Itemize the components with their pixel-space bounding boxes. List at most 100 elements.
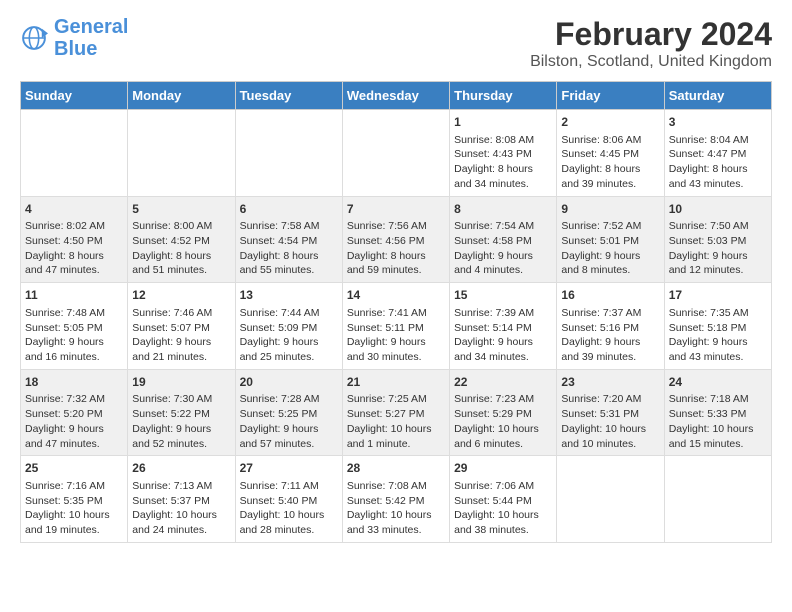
calendar-cell: 15Sunrise: 7:39 AMSunset: 5:14 PMDayligh…	[450, 283, 557, 370]
day-info: Sunset: 5:11 PM	[347, 321, 445, 336]
day-info: Daylight: 9 hours and 43 minutes.	[669, 335, 767, 364]
col-header-saturday: Saturday	[664, 82, 771, 110]
day-info: Daylight: 10 hours and 24 minutes.	[132, 508, 230, 537]
day-info: Sunset: 4:58 PM	[454, 234, 552, 249]
day-info: Daylight: 9 hours and 12 minutes.	[669, 249, 767, 278]
calendar-cell: 25Sunrise: 7:16 AMSunset: 5:35 PMDayligh…	[21, 456, 128, 543]
day-info: Daylight: 8 hours and 55 minutes.	[240, 249, 338, 278]
day-number: 11	[25, 287, 123, 304]
calendar-cell: 22Sunrise: 7:23 AMSunset: 5:29 PMDayligh…	[450, 369, 557, 456]
day-info: Daylight: 8 hours and 59 minutes.	[347, 249, 445, 278]
day-info: Sunrise: 7:48 AM	[25, 306, 123, 321]
logo-wordmark: General Blue	[54, 16, 128, 60]
calendar-cell: 9Sunrise: 7:52 AMSunset: 5:01 PMDaylight…	[557, 196, 664, 283]
day-info: Sunset: 5:25 PM	[240, 407, 338, 422]
logo: General Blue	[20, 16, 128, 60]
day-info: Sunset: 5:14 PM	[454, 321, 552, 336]
day-info: Daylight: 10 hours and 15 minutes.	[669, 422, 767, 451]
day-number: 24	[669, 374, 767, 391]
day-info: Daylight: 9 hours and 21 minutes.	[132, 335, 230, 364]
day-info: Sunrise: 7:28 AM	[240, 392, 338, 407]
col-header-tuesday: Tuesday	[235, 82, 342, 110]
day-info: Daylight: 8 hours and 39 minutes.	[561, 162, 659, 191]
day-info: Sunrise: 7:20 AM	[561, 392, 659, 407]
day-info: Sunset: 5:35 PM	[25, 494, 123, 509]
calendar-cell: 19Sunrise: 7:30 AMSunset: 5:22 PMDayligh…	[128, 369, 235, 456]
day-info: Sunset: 4:47 PM	[669, 147, 767, 162]
calendar-week-row: 4Sunrise: 8:02 AMSunset: 4:50 PMDaylight…	[21, 196, 772, 283]
day-info: Sunrise: 7:39 AM	[454, 306, 552, 321]
day-number: 4	[25, 201, 123, 218]
day-number: 25	[25, 460, 123, 477]
day-info: Sunrise: 7:37 AM	[561, 306, 659, 321]
calendar-cell	[21, 110, 128, 197]
day-info: Sunrise: 7:58 AM	[240, 219, 338, 234]
calendar-cell: 17Sunrise: 7:35 AMSunset: 5:18 PMDayligh…	[664, 283, 771, 370]
calendar-cell: 16Sunrise: 7:37 AMSunset: 5:16 PMDayligh…	[557, 283, 664, 370]
calendar-cell: 26Sunrise: 7:13 AMSunset: 5:37 PMDayligh…	[128, 456, 235, 543]
day-info: Daylight: 10 hours and 19 minutes.	[25, 508, 123, 537]
day-info: Daylight: 10 hours and 1 minute.	[347, 422, 445, 451]
day-info: Daylight: 8 hours and 34 minutes.	[454, 162, 552, 191]
day-number: 14	[347, 287, 445, 304]
day-info: Sunset: 4:56 PM	[347, 234, 445, 249]
day-number: 13	[240, 287, 338, 304]
day-info: Sunset: 5:31 PM	[561, 407, 659, 422]
col-header-thursday: Thursday	[450, 82, 557, 110]
day-info: Sunset: 4:52 PM	[132, 234, 230, 249]
calendar-cell: 27Sunrise: 7:11 AMSunset: 5:40 PMDayligh…	[235, 456, 342, 543]
calendar-cell: 20Sunrise: 7:28 AMSunset: 5:25 PMDayligh…	[235, 369, 342, 456]
calendar-cell: 7Sunrise: 7:56 AMSunset: 4:56 PMDaylight…	[342, 196, 449, 283]
day-info: Daylight: 9 hours and 30 minutes.	[347, 335, 445, 364]
calendar-cell: 23Sunrise: 7:20 AMSunset: 5:31 PMDayligh…	[557, 369, 664, 456]
day-info: Daylight: 9 hours and 47 minutes.	[25, 422, 123, 451]
day-number: 29	[454, 460, 552, 477]
col-header-wednesday: Wednesday	[342, 82, 449, 110]
calendar-cell: 24Sunrise: 7:18 AMSunset: 5:33 PMDayligh…	[664, 369, 771, 456]
calendar-cell: 13Sunrise: 7:44 AMSunset: 5:09 PMDayligh…	[235, 283, 342, 370]
calendar-cell	[128, 110, 235, 197]
day-info: Sunrise: 7:08 AM	[347, 479, 445, 494]
day-number: 9	[561, 201, 659, 218]
calendar-cell: 21Sunrise: 7:25 AMSunset: 5:27 PMDayligh…	[342, 369, 449, 456]
col-header-sunday: Sunday	[21, 82, 128, 110]
day-info: Daylight: 8 hours and 47 minutes.	[25, 249, 123, 278]
day-info: Sunrise: 7:54 AM	[454, 219, 552, 234]
day-info: Daylight: 10 hours and 33 minutes.	[347, 508, 445, 537]
day-info: Sunset: 5:27 PM	[347, 407, 445, 422]
calendar-table: SundayMondayTuesdayWednesdayThursdayFrid…	[20, 81, 772, 543]
calendar-cell: 12Sunrise: 7:46 AMSunset: 5:07 PMDayligh…	[128, 283, 235, 370]
day-info: Sunrise: 7:32 AM	[25, 392, 123, 407]
day-info: Sunrise: 7:13 AM	[132, 479, 230, 494]
day-number: 2	[561, 114, 659, 131]
day-info: Sunrise: 7:30 AM	[132, 392, 230, 407]
day-number: 18	[25, 374, 123, 391]
calendar-cell: 5Sunrise: 8:00 AMSunset: 4:52 PMDaylight…	[128, 196, 235, 283]
day-number: 3	[669, 114, 767, 131]
calendar-cell: 3Sunrise: 8:04 AMSunset: 4:47 PMDaylight…	[664, 110, 771, 197]
day-info: Sunset: 4:54 PM	[240, 234, 338, 249]
day-info: Sunrise: 8:02 AM	[25, 219, 123, 234]
day-info: Daylight: 10 hours and 6 minutes.	[454, 422, 552, 451]
day-info: Sunrise: 7:35 AM	[669, 306, 767, 321]
day-number: 20	[240, 374, 338, 391]
day-info: Sunset: 5:07 PM	[132, 321, 230, 336]
header: General Blue February 2024 Bilston, Scot…	[20, 16, 772, 71]
day-info: Sunrise: 7:56 AM	[347, 219, 445, 234]
day-info: Daylight: 9 hours and 52 minutes.	[132, 422, 230, 451]
calendar-cell	[557, 456, 664, 543]
day-info: Sunrise: 8:00 AM	[132, 219, 230, 234]
day-info: Sunset: 5:03 PM	[669, 234, 767, 249]
day-number: 22	[454, 374, 552, 391]
day-info: Sunrise: 7:52 AM	[561, 219, 659, 234]
calendar-cell	[235, 110, 342, 197]
day-info: Daylight: 9 hours and 39 minutes.	[561, 335, 659, 364]
day-number: 26	[132, 460, 230, 477]
day-number: 23	[561, 374, 659, 391]
calendar-cell: 8Sunrise: 7:54 AMSunset: 4:58 PMDaylight…	[450, 196, 557, 283]
day-info: Sunrise: 7:23 AM	[454, 392, 552, 407]
day-info: Sunset: 5:29 PM	[454, 407, 552, 422]
day-number: 21	[347, 374, 445, 391]
calendar-week-row: 25Sunrise: 7:16 AMSunset: 5:35 PMDayligh…	[21, 456, 772, 543]
calendar-cell: 1Sunrise: 8:08 AMSunset: 4:43 PMDaylight…	[450, 110, 557, 197]
